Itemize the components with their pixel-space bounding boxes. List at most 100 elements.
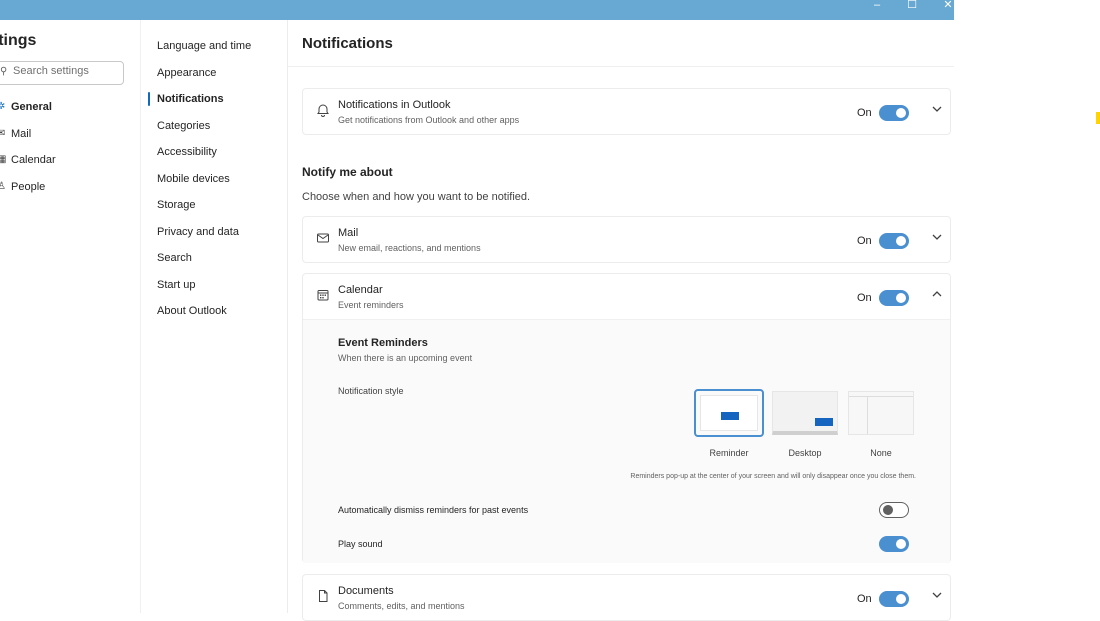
- subnav-item-start-up[interactable]: Start up: [141, 276, 287, 303]
- subnav-item-label: Language and time: [157, 40, 252, 52]
- sidebar-item-label: General: [11, 101, 52, 113]
- notification-style-note: Reminders pop-up at the center of your s…: [630, 473, 916, 480]
- page-title: Notifications: [302, 35, 393, 52]
- calendar-notifications-card: Calendar Event reminders On Event Remind…: [302, 273, 951, 563]
- none-preview-line: [849, 396, 913, 397]
- sidebar-item-mail[interactable]: ✉ Mail: [0, 125, 140, 152]
- subnav-item-label: Storage: [157, 199, 196, 211]
- chevron-down-icon[interactable]: [930, 589, 944, 603]
- subnav-item-label: Appearance: [157, 66, 217, 79]
- event-reminders-subtitle: When there is an upcoming event: [338, 353, 473, 363]
- desktop-preview: [772, 391, 838, 435]
- sidebar-item-label: Calendar: [11, 154, 56, 166]
- documents-notifications-title: Documents: [338, 585, 394, 597]
- outlook-notifications-state: On: [857, 107, 872, 119]
- subnav-item-label: Privacy and data: [157, 225, 239, 238]
- subnav-item-label: Mobile devices: [157, 172, 230, 185]
- outlook-notifications-title: Notifications in Outlook: [338, 99, 451, 111]
- divider: [288, 66, 954, 67]
- notification-bell-icon: [316, 103, 330, 117]
- none-preview: [848, 391, 914, 435]
- subnav-item-language-and-time[interactable]: Language and time: [141, 37, 287, 64]
- notification-style-label: Notification style: [338, 386, 404, 396]
- calendar-notifications-state: On: [857, 292, 872, 304]
- chevron-up-icon[interactable]: [930, 288, 944, 302]
- subnav-item-mobile-devices[interactable]: Mobile devices: [141, 170, 287, 197]
- documents-notifications-row[interactable]: Documents Comments, edits, and mentions …: [303, 575, 950, 620]
- outlook-notifications-toggle[interactable]: [879, 105, 909, 121]
- settings-title: ettings: [0, 32, 37, 49]
- notify-me-about-heading: Notify me about: [302, 165, 393, 179]
- style-option-none[interactable]: [846, 389, 916, 437]
- settings-categories: ✲ General ✉ Mail ▦ Calendar ♙ People: [0, 98, 140, 204]
- subnav-item-appearance[interactable]: Appearance: [141, 64, 287, 91]
- notifications-panel: Notifications Notifications in Outlook G…: [288, 20, 954, 621]
- style-caption-desktop: Desktop: [788, 448, 822, 458]
- subnav-item-storage[interactable]: Storage: [141, 196, 287, 223]
- mail-notifications-state: On: [857, 235, 872, 247]
- people-icon: ♙: [0, 180, 6, 192]
- gear-icon: ✲: [0, 101, 6, 112]
- maximize-button[interactable]: ☐: [897, 0, 927, 14]
- minimize-button[interactable]: –: [862, 0, 892, 14]
- document-icon: [316, 589, 330, 603]
- sidebar-item-general[interactable]: ✲ General: [0, 98, 140, 125]
- event-reminders-title: Event Reminders: [338, 337, 428, 349]
- chevron-down-icon[interactable]: [930, 231, 944, 245]
- calendar-notifications-toggle[interactable]: [879, 290, 909, 306]
- documents-notifications-toggle[interactable]: [879, 591, 909, 607]
- documents-notifications-subtitle: Comments, edits, and mentions: [338, 601, 465, 611]
- style-option-reminder[interactable]: [694, 389, 764, 437]
- subnav-item-label: Categories: [157, 119, 211, 132]
- calendar-notifications-title: Calendar: [338, 284, 383, 296]
- close-button[interactable]: ✕: [933, 0, 963, 14]
- mail-icon: ✉: [0, 127, 6, 139]
- sidebar-item-people[interactable]: ♙ People: [0, 178, 140, 205]
- search-icon: ⚲: [0, 66, 8, 77]
- subnav-item-search[interactable]: Search: [141, 249, 287, 276]
- style-caption-none: None: [870, 448, 892, 458]
- subnav-item-privacy-and-data[interactable]: Privacy and data: [141, 223, 287, 250]
- auto-dismiss-toggle[interactable]: [879, 502, 909, 518]
- mail-notifications-subtitle: New email, reactions, and mentions: [338, 243, 481, 253]
- subnav-item-label: Start up: [157, 278, 196, 291]
- subnav-item-about-outlook[interactable]: About Outlook: [141, 302, 287, 329]
- reminder-preview: [700, 395, 758, 431]
- mail-notifications-title: Mail: [338, 227, 359, 239]
- outlook-notifications-row[interactable]: Notifications in Outlook Get notificatio…: [303, 89, 950, 134]
- mail-notifications-card: Mail New email, reactions, and mentions …: [302, 216, 951, 263]
- search-box[interactable]: ⚲: [0, 61, 124, 85]
- mail-notifications-row[interactable]: Mail New email, reactions, and mentions …: [303, 217, 950, 262]
- subnav-item-label: About Outlook: [157, 305, 227, 317]
- mail-notifications-toggle[interactable]: [879, 233, 909, 249]
- calendar-icon: [316, 288, 330, 302]
- none-preview-divider: [867, 397, 868, 434]
- settings-window: ettings ⚲ ✲ General ✉ Mail ▦ Calendar ♙ …: [0, 20, 954, 621]
- subnav-item-categories[interactable]: Categories: [141, 117, 287, 144]
- reminder-popup-preview: [721, 412, 739, 420]
- subnav-list: Language and time Appearance Notificatio…: [141, 37, 287, 329]
- mail-icon: [316, 231, 330, 245]
- subnav-item-label: Search: [157, 252, 192, 264]
- calendar-settings-panel: Event Reminders When there is an upcomin…: [303, 319, 950, 563]
- style-caption-reminder: Reminder: [709, 448, 749, 458]
- outlook-notifications-card: Notifications in Outlook Get notificatio…: [302, 88, 951, 135]
- subnav-item-accessibility[interactable]: Accessibility: [141, 143, 287, 170]
- desktop-popup-preview: [815, 418, 833, 426]
- sidebar-item-label: Mail: [11, 127, 32, 140]
- highlight-marker: [1096, 112, 1100, 124]
- play-sound-label: Play sound: [338, 539, 383, 549]
- search-input[interactable]: [13, 65, 117, 77]
- subnav-item-label: Notifications: [157, 93, 224, 105]
- calendar-notifications-subtitle: Event reminders: [338, 300, 404, 310]
- calendar-icon: ▦: [0, 154, 7, 165]
- title-bar: – ☐ ✕: [0, 0, 954, 20]
- outlook-notifications-subtitle: Get notifications from Outlook and other…: [338, 115, 520, 125]
- chevron-down-icon[interactable]: [930, 103, 944, 117]
- calendar-notifications-row[interactable]: Calendar Event reminders On: [303, 274, 950, 319]
- style-option-desktop[interactable]: [770, 389, 840, 437]
- sidebar-item-calendar[interactable]: ▦ Calendar: [0, 151, 140, 178]
- subnav-item-notifications[interactable]: Notifications: [141, 90, 287, 117]
- play-sound-toggle[interactable]: [879, 536, 909, 552]
- documents-notifications-state: On: [857, 593, 872, 605]
